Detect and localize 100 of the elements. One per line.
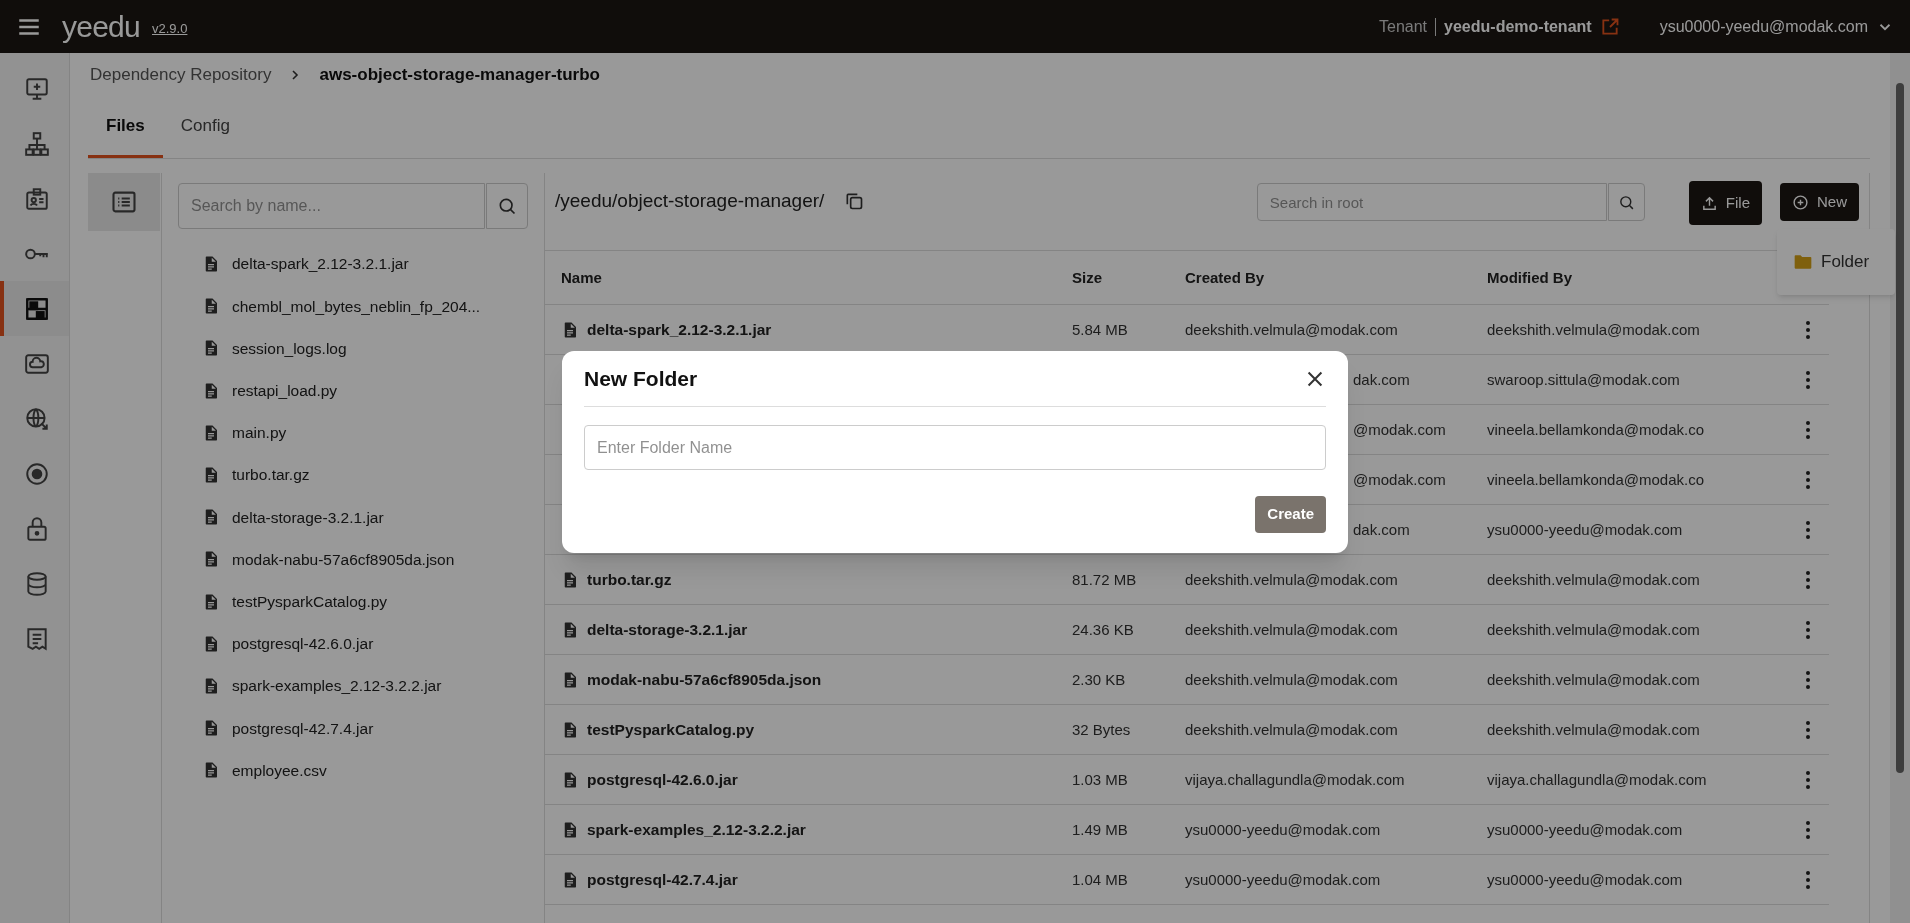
table-cell: ysu0000-yeedu@modak.com (1487, 870, 1683, 888)
file-name[interactable]: postgresql-42.7.4.jar (587, 867, 738, 892)
app-logo: yeedu (62, 11, 140, 42)
column-header[interactable]: Name (561, 268, 602, 286)
table-cell: deekshith.velmula@modak.com (1185, 570, 1398, 588)
breadcrumb-link[interactable]: Dependency Repository (90, 62, 272, 88)
list-view-button[interactable] (88, 173, 160, 231)
globe-icon (23, 405, 50, 432)
upload-file-button[interactable]: File (1688, 181, 1762, 225)
table-cell: @modak.com (1353, 470, 1446, 488)
copy-icon[interactable] (844, 191, 865, 211)
search-button[interactable] (485, 183, 528, 229)
table-cell: dak.com (1353, 370, 1410, 388)
file-tree-item[interactable]: session_logs.log (232, 336, 347, 361)
table-cell: deekshith.velmula@modak.com (1185, 320, 1398, 338)
more-options-icon[interactable] (1805, 769, 1811, 790)
table-cell: ysu0000-yeedu@modak.com (1185, 820, 1381, 838)
table-cell: 24.36 KB (1072, 620, 1134, 638)
more-options-icon[interactable] (1805, 719, 1811, 740)
more-options-icon[interactable] (1805, 819, 1811, 840)
file-name[interactable]: postgresql-42.6.0.jar (587, 767, 738, 792)
more-options-icon[interactable] (1805, 469, 1811, 490)
table-cell: deekshith.velmula@modak.com (1487, 670, 1700, 688)
table-cell: ysu0000-yeedu@modak.com (1487, 520, 1683, 538)
menu-item[interactable]: Folder (1777, 231, 1895, 293)
file-name[interactable]: delta-spark_2.12-3.2.1.jar (587, 317, 772, 342)
table-cell: deekshith.velmula@modak.com (1487, 570, 1700, 588)
search-icon (1617, 193, 1635, 211)
file-tree-item[interactable]: restapi_load.py (232, 379, 338, 403)
file-name[interactable]: delta-storage-3.2.1.jar (587, 617, 748, 642)
table-cell: swaroop.sittula@modak.com (1487, 370, 1680, 388)
more-options-icon[interactable] (1805, 619, 1811, 640)
file-tree-item[interactable]: delta-spark_2.12-3.2.1.jar (232, 252, 409, 276)
search-field[interactable]: Search in root (1256, 183, 1607, 221)
new-button[interactable]: New (1780, 183, 1859, 221)
table-cell: 5.84 MB (1072, 320, 1128, 338)
shelf-icon (23, 295, 50, 322)
folder-path: /yeedu/object-storage-manager/ (555, 188, 825, 213)
table-cell: 32 Bytes (1072, 720, 1131, 738)
id-badge-icon (23, 185, 50, 212)
file-tree-item[interactable]: modak-nabu-57a6cf8905da.json (232, 547, 455, 572)
version-link[interactable]: v2.9.0 (152, 18, 188, 39)
scrollbar-thumb[interactable] (1896, 83, 1904, 773)
more-options-icon[interactable] (1805, 369, 1811, 390)
dialog-title: New Folder (584, 365, 698, 392)
tab[interactable]: Files (88, 97, 163, 158)
tenant-name: yeedu-demo-tenant (1444, 16, 1592, 37)
column-header[interactable]: Size (1072, 268, 1102, 286)
table-cell: ysu0000-yeedu@modak.com (1185, 870, 1381, 888)
table-cell: 81.72 MB (1072, 570, 1137, 588)
file-name[interactable]: modak-nabu-57a6cf8905da.json (587, 667, 822, 692)
table-cell: dak.com (1353, 520, 1410, 538)
monitor-plus-icon (23, 75, 50, 102)
column-header[interactable]: Created By (1185, 268, 1265, 286)
table-cell: deekshith.velmula@modak.com (1487, 620, 1700, 638)
table-cell: 1.03 MB (1072, 770, 1128, 788)
target-icon (23, 460, 50, 487)
create-button[interactable]: Create (1255, 496, 1326, 533)
file-name[interactable]: spark-examples_2.12-3.2.2.jar (587, 817, 806, 842)
more-options-icon[interactable] (1805, 519, 1811, 540)
table-cell: deekshith.velmula@modak.com (1185, 720, 1398, 738)
sitemap-icon (23, 130, 50, 157)
file-tree-item[interactable]: delta-storage-3.2.1.jar (232, 505, 384, 529)
more-options-icon[interactable] (1805, 319, 1811, 340)
file-tree-item[interactable]: spark-examples_2.12-3.2.2.jar (232, 674, 442, 698)
user-menu[interactable]: ysu0000-yeedu@modak.com (1659, 14, 1868, 39)
nav-rail-button[interactable] (0, 281, 69, 336)
file-name[interactable]: turbo.tar.gz (587, 567, 672, 592)
more-options-icon[interactable] (1805, 869, 1811, 890)
tab[interactable]: Config (162, 97, 248, 158)
plus-circle-icon (1792, 193, 1809, 211)
table-cell: deekshith.velmula@modak.com (1185, 670, 1398, 688)
table-cell: vineela.bellamkonda@modak.co (1487, 470, 1705, 488)
file-tree-item[interactable]: postgresql-42.7.4.jar (232, 716, 374, 740)
table-cell: ysu0000-yeedu@modak.com (1487, 820, 1683, 838)
file-tree-item[interactable]: testPysparkCatalog.py (232, 589, 388, 614)
file-name[interactable]: testPysparkCatalog.py (587, 717, 755, 742)
more-options-icon[interactable] (1805, 569, 1811, 590)
search-button[interactable] (1607, 183, 1645, 221)
file-tree-item[interactable]: chembl_mol_bytes_neblin_fp_204... (232, 294, 481, 318)
table-cell: deekshith.velmula@modak.com (1185, 620, 1398, 638)
table-cell: deekshith.velmula@modak.com (1487, 320, 1700, 338)
file-tree-item[interactable]: postgresql-42.6.0.jar (232, 632, 374, 656)
table-cell: 1.04 MB (1072, 870, 1128, 888)
table-cell: vijaya.challagundla@modak.com (1487, 770, 1707, 788)
table-cell: vineela.bellamkonda@modak.co (1487, 420, 1705, 438)
upload-icon (1700, 194, 1718, 212)
file-tree-item[interactable]: turbo.tar.gz (232, 463, 310, 487)
more-options-icon[interactable] (1805, 669, 1811, 690)
breadcrumb-current: aws-object-storage-manager-turbo (319, 64, 600, 87)
folder-icon (1793, 252, 1813, 272)
file-tree-item[interactable]: main.py (232, 421, 287, 445)
table-cell: deekshith.velmula@modak.com (1487, 720, 1700, 738)
file-tree-item[interactable]: employee.csv (232, 758, 327, 782)
input-field[interactable]: Enter Folder Name (584, 425, 1326, 470)
tenant-label: Tenant (1379, 16, 1428, 37)
table-cell: vijaya.challagundla@modak.com (1185, 770, 1405, 788)
search-field[interactable]: Search by name... (178, 183, 485, 229)
column-header[interactable]: Modified By (1487, 268, 1572, 286)
more-options-icon[interactable] (1805, 419, 1811, 440)
